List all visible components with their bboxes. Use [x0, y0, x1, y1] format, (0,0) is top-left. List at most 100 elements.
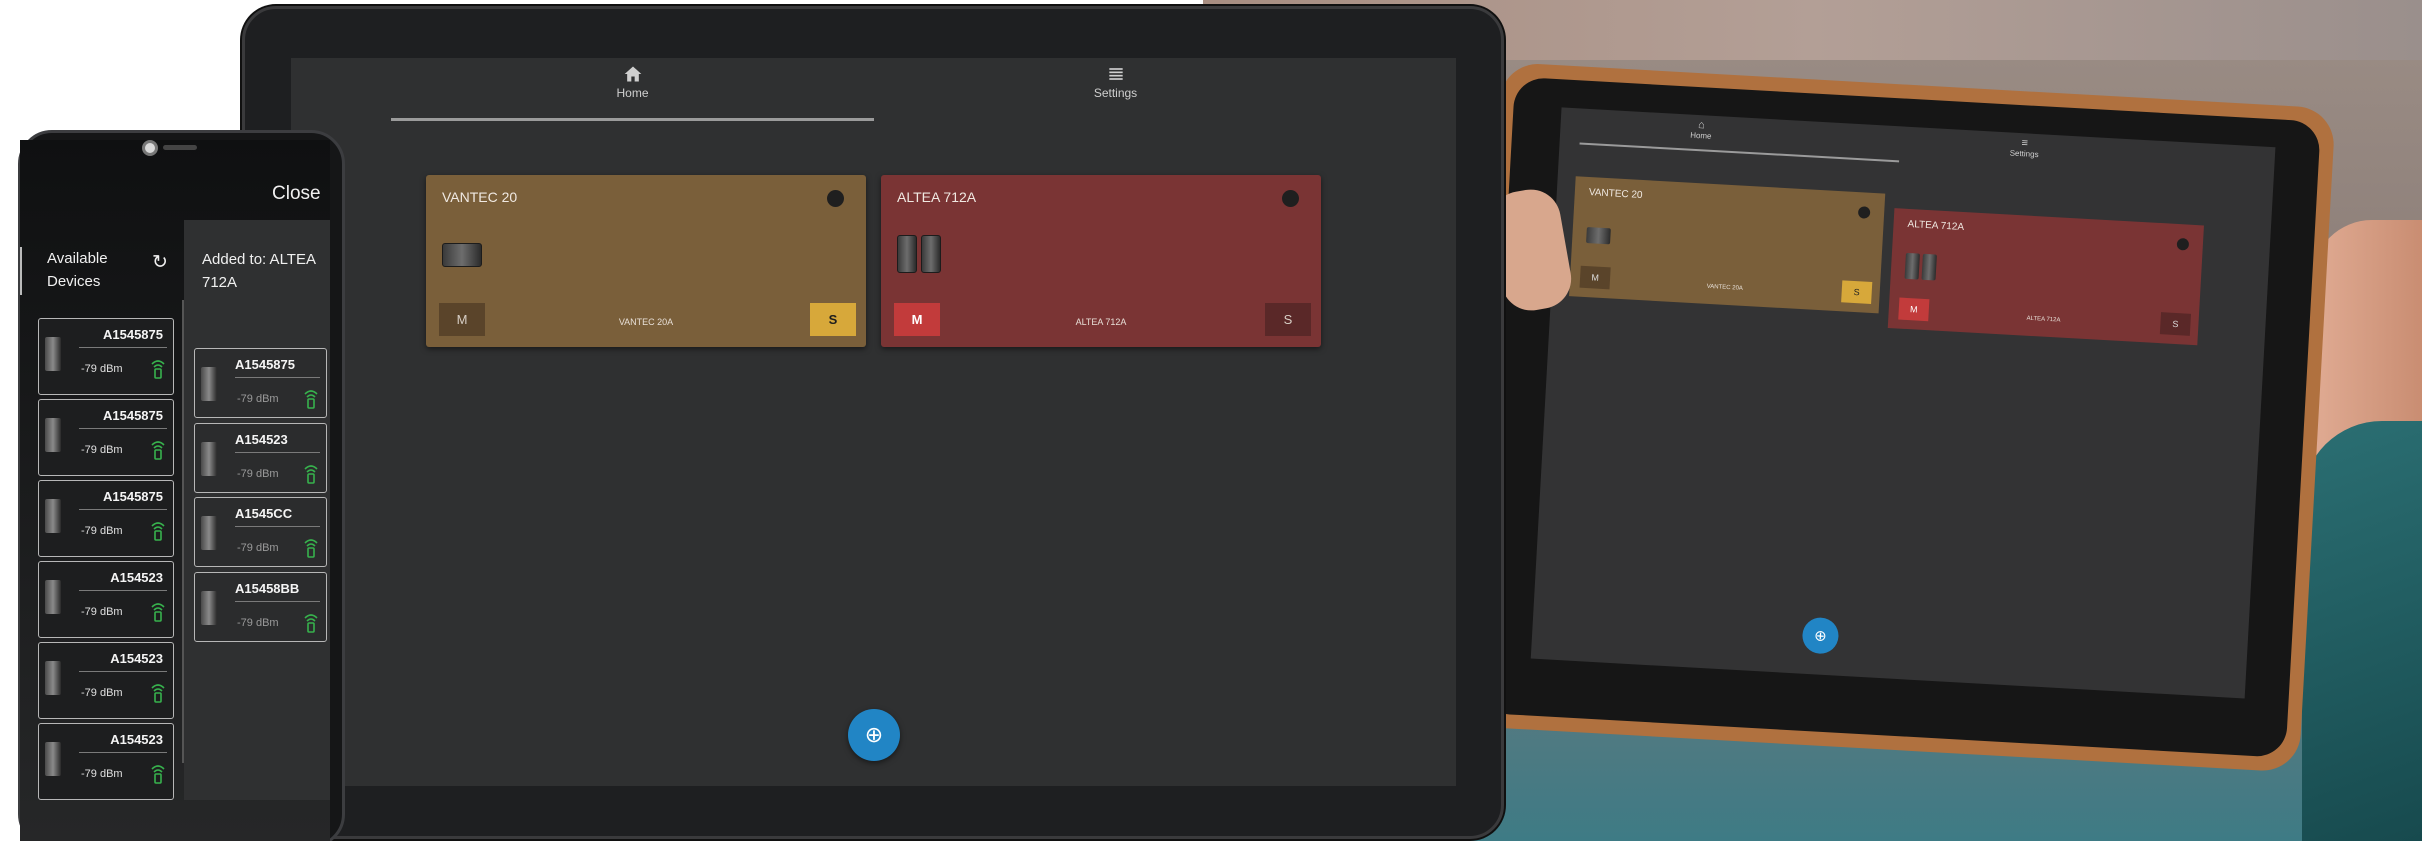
device-name: A154523 [110, 570, 163, 585]
tab-active-indicator [391, 118, 874, 121]
add-circle-icon: ⊕ [864, 722, 884, 747]
available-device-item[interactable]: A154523 -79 dBm [38, 561, 174, 638]
tab2-home[interactable]: ⌂ Home [1690, 119, 1712, 141]
solo-button[interactable]: S [810, 303, 856, 336]
device-name: A154523 [110, 651, 163, 666]
available-device-item[interactable]: A154523 -79 dBm [38, 642, 174, 719]
tab2-active-indicator [1579, 142, 1900, 163]
signal-strength-icon [304, 613, 318, 636]
tab2-solo-button[interactable]: S [1841, 280, 1873, 304]
device-signal: -79 dBm [81, 768, 123, 780]
tab2-card-title: ALTEA 712A [1907, 218, 1965, 234]
device-signal: -79 dBm [237, 616, 279, 629]
close-button[interactable]: Close [272, 183, 321, 205]
device-signal: -79 dBm [81, 606, 123, 618]
speaker-image [1586, 221, 1611, 245]
divider [79, 590, 167, 591]
tab2-card-title: VANTEC 20 [1588, 187, 1643, 202]
signal-strength-icon [151, 440, 165, 463]
card-title: VANTEC 20 [442, 189, 518, 205]
status-dot [1857, 206, 1871, 219]
card-subtitle: VANTEC 20A [618, 317, 674, 327]
device-signal: -79 dBm [237, 542, 279, 554]
speaker-icon [201, 441, 217, 476]
tab-settings[interactable]: Settings [874, 58, 1357, 124]
device-name: A154523 [235, 431, 288, 447]
tablet-screen: Home Settings VANTEC 20 M VANTEC 20A S A… [291, 58, 1456, 786]
tab2-solo-button[interactable]: S [2159, 312, 2192, 336]
divider [79, 347, 167, 348]
divider [235, 451, 320, 453]
signal-strength-icon [151, 683, 165, 706]
speaker-icon [45, 418, 61, 452]
tab2-settings[interactable]: ≡ Settings [2009, 137, 2039, 159]
added-devices-heading: Added to: ALTEA 712A [202, 251, 316, 291]
device-signal: -79 dBm [237, 467, 279, 480]
speaker-icon [201, 367, 217, 401]
device-signal: -79 dBm [237, 393, 279, 405]
device-name: A154523 [110, 732, 163, 747]
device-name: A1545875 [103, 408, 163, 423]
tab2-home-label: Home [1689, 130, 1712, 141]
speaker-image [1904, 252, 1937, 281]
available-device-item[interactable]: A154523 -79 dBm [38, 723, 174, 800]
tab2-card-subtitle: ALTEA 712A [2026, 315, 2061, 324]
available-devices-heading: Available Devices [47, 250, 108, 290]
card-subtitle: ALTEA 712A [1075, 317, 1127, 327]
signal-strength-icon [151, 521, 165, 544]
available-device-item[interactable]: A1545875 -79 dBm [38, 399, 174, 476]
speaker-image [897, 235, 941, 273]
tab2-card-vantec[interactable]: VANTEC 20 M VANTEC 20A S [1569, 176, 1886, 314]
divider [182, 300, 184, 763]
device-name: A1545875 [103, 489, 163, 504]
add-button[interactable]: ⊕ [848, 709, 900, 761]
divider [79, 428, 167, 429]
speaker-icon [201, 516, 217, 550]
tab-bar: Home Settings [291, 58, 1456, 124]
tab-settings-label: Settings [1093, 86, 1138, 100]
phone-speaker-grille [163, 145, 197, 150]
tab-home-label: Home [616, 86, 649, 100]
tab2-card-altea[interactable]: ALTEA 712A M ALTEA 712A S [1887, 208, 2204, 346]
divider [79, 752, 167, 753]
speaker-card-vantec[interactable]: VANTEC 20 M VANTEC 20A S [426, 175, 866, 347]
add-circle-icon[interactable]: ⊕ [1801, 616, 1840, 655]
tablet-photo: ⌂ Home ≡ Settings VANTEC 20 M VANTEC 20A… [1464, 62, 2422, 793]
divider [20, 247, 22, 295]
speaker-icon [45, 499, 61, 533]
solo-button[interactable]: S [1265, 303, 1311, 336]
available-device-item[interactable]: A1545875 -79 dBm [38, 480, 174, 557]
status-dot[interactable] [1282, 190, 1299, 207]
device-name: A1545875 [235, 357, 295, 372]
home-icon [391, 64, 874, 86]
speaker-icon [45, 661, 61, 695]
signal-strength-icon [304, 538, 318, 561]
added-device-item[interactable]: A1545875 -79 dBm [194, 348, 327, 418]
refresh-icon[interactable]: ↻ [152, 251, 168, 274]
card-title: ALTEA 712A [897, 189, 977, 205]
speaker-icon [45, 580, 61, 614]
status-dot[interactable] [827, 190, 844, 207]
speaker-card-altea[interactable]: ALTEA 712A M ALTEA 712A S [881, 175, 1321, 347]
added-device-item[interactable]: A154523 -79 dBm [194, 422, 327, 493]
divider [79, 509, 167, 510]
speaker-icon [45, 337, 61, 371]
speaker-icon [201, 590, 217, 625]
divider [235, 600, 320, 602]
divider [235, 377, 320, 378]
signal-strength-icon [151, 602, 165, 625]
tablet-photo-screen: ⌂ Home ≡ Settings VANTEC 20 M VANTEC 20A… [1530, 107, 2276, 699]
device-signal: -79 dBm [81, 525, 123, 537]
status-dot [2176, 237, 2190, 251]
added-device-item[interactable]: A15458BB -79 dBm [194, 571, 327, 642]
added-device-item[interactable]: A1545CC -79 dBm [194, 497, 327, 567]
signal-strength-icon [151, 359, 165, 382]
speaker-image [442, 235, 482, 267]
available-device-item[interactable]: A1545875 -79 dBm [38, 318, 174, 395]
divider [79, 671, 167, 672]
tab-home[interactable]: Home [391, 58, 874, 124]
divider [235, 526, 320, 527]
device-name: A1545875 [103, 327, 163, 342]
device-signal: -79 dBm [81, 444, 123, 456]
signal-strength-icon [151, 764, 165, 787]
